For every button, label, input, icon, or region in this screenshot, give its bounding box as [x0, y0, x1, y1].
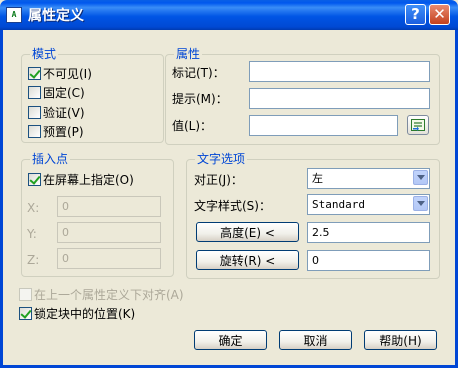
lock-position-checkbox[interactable] — [19, 307, 32, 320]
title-bar[interactable]: A 属性定义 ? ✕ — [0, 0, 458, 30]
height-button[interactable]: 高度(E) < — [196, 222, 299, 242]
constant-checkbox[interactable] — [28, 86, 41, 99]
help-title-button[interactable]: ? — [405, 4, 426, 25]
z-input[interactable]: 0 — [57, 248, 161, 269]
window-frame-left — [0, 30, 3, 368]
attribute-definition-icon: A — [6, 7, 22, 23]
tag-label: 标记(T)： — [172, 66, 225, 80]
value-input[interactable] — [249, 115, 398, 136]
tag-input[interactable] — [249, 61, 430, 82]
prompt-input[interactable] — [249, 88, 430, 109]
justification-select[interactable]: 左 — [307, 168, 430, 189]
chevron-down-icon[interactable] — [413, 196, 428, 211]
text-style-label: 文字样式(S)： — [194, 199, 271, 213]
x-input[interactable]: 0 — [57, 196, 161, 217]
mode-group-label: 模式 — [30, 47, 59, 61]
specify-on-screen-label[interactable]: 在屏幕上指定(O) — [43, 173, 134, 187]
verify-label[interactable]: 验证(V) — [43, 106, 85, 120]
align-below-label[interactable]: 在上一个属性定义下对齐(A) — [34, 288, 184, 302]
rotation-input[interactable]: 0 — [307, 250, 430, 271]
help-button[interactable]: 帮助(H) — [364, 330, 437, 350]
preset-label[interactable]: 预置(P) — [43, 125, 84, 139]
prompt-label: 提示(M)： — [172, 92, 228, 106]
invisible-label[interactable]: 不可见(I) — [43, 67, 92, 81]
insert-field-button[interactable] — [407, 115, 429, 135]
constant-label[interactable]: 固定(C) — [43, 86, 85, 100]
insertion-point-group-label: 插入点 — [30, 152, 71, 166]
chevron-down-icon[interactable] — [413, 170, 428, 185]
insert-field-icon — [411, 119, 425, 131]
value-label: 值(L)： — [172, 119, 213, 133]
window-title: 属性定义 — [28, 8, 84, 24]
text-style-value: Standard — [312, 198, 365, 211]
text-style-select[interactable]: Standard — [307, 194, 430, 215]
verify-checkbox[interactable] — [28, 106, 41, 119]
y-input[interactable]: 0 — [57, 222, 161, 243]
rotation-button[interactable]: 旋转(R) < — [196, 250, 299, 270]
y-label: Y: — [27, 227, 37, 241]
align-below-checkbox[interactable] — [19, 288, 32, 301]
justification-label: 对正(J)： — [194, 173, 243, 187]
close-button[interactable]: ✕ — [429, 4, 450, 25]
justification-value: 左 — [312, 172, 323, 185]
lock-position-label[interactable]: 锁定块中的位置(K) — [34, 307, 135, 321]
preset-checkbox[interactable] — [28, 125, 41, 138]
cancel-button[interactable]: 取消 — [279, 330, 352, 350]
attribute-group-label: 属性 — [174, 47, 203, 61]
ok-button[interactable]: 确定 — [194, 330, 267, 350]
z-label: Z: — [27, 253, 40, 267]
text-options-group-label: 文字选项 — [195, 152, 248, 166]
height-input[interactable]: 2.5 — [307, 222, 430, 243]
specify-on-screen-checkbox[interactable] — [28, 173, 41, 186]
x-label: X: — [27, 201, 40, 215]
invisible-checkbox[interactable] — [28, 67, 41, 80]
